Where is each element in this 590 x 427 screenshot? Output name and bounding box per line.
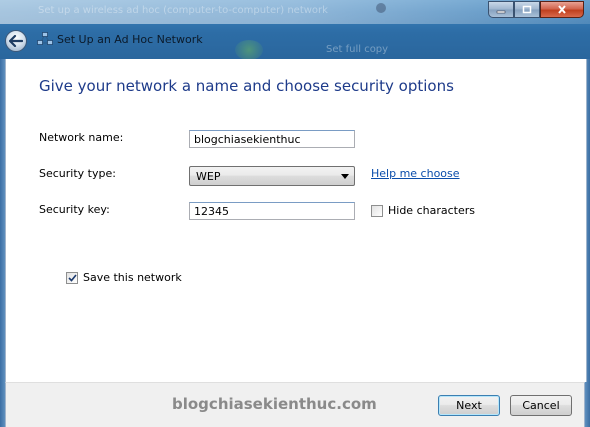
ad-hoc-network-icon: [37, 32, 53, 45]
checkmark-icon: [67, 273, 77, 282]
background-window-text-2: Set full copy: [326, 44, 389, 55]
maximize-icon: [522, 5, 532, 14]
minimize-icon: [496, 10, 506, 13]
help-me-choose-link[interactable]: Help me choose: [371, 167, 460, 180]
aero-title-bar: Set up a wireless ad hoc (computer-to-co…: [0, 0, 590, 59]
window-title: Set Up an Ad Hoc Network: [57, 33, 203, 46]
back-arrow-icon: [9, 35, 23, 47]
save-network-label: Save this network: [83, 271, 182, 284]
network-name-input[interactable]: [189, 130, 355, 148]
hide-characters-option[interactable]: Hide characters: [371, 204, 475, 217]
security-type-label: Security type:: [39, 167, 116, 180]
background-globe-icon: [235, 40, 263, 59]
security-key-label: Security key:: [39, 203, 110, 216]
watermark-text: blogchiasekienthuc.com: [172, 395, 377, 413]
close-button[interactable]: [540, 1, 584, 18]
wizard-footer: blogchiasekienthuc.com Next Cancel: [5, 382, 585, 427]
dropdown-arrow-icon: [341, 174, 349, 179]
background-window-text: Set up a wireless ad hoc (computer-to-co…: [38, 5, 328, 16]
hide-characters-checkbox[interactable]: [371, 204, 383, 217]
security-type-dropdown[interactable]: WEP: [189, 166, 355, 186]
cancel-button[interactable]: Cancel: [510, 395, 572, 416]
security-type-value: WEP: [196, 170, 221, 183]
save-network-checkbox[interactable]: [66, 271, 78, 284]
hide-characters-label: Hide characters: [388, 204, 475, 217]
maximize-button[interactable]: [514, 1, 540, 18]
background-dot-icon: [376, 3, 386, 13]
wizard-content: Give your network a name and choose secu…: [5, 59, 587, 382]
save-network-option[interactable]: Save this network: [66, 271, 182, 284]
next-button[interactable]: Next: [438, 395, 500, 416]
back-button[interactable]: [5, 30, 27, 52]
close-icon: [558, 5, 566, 14]
security-key-input[interactable]: [189, 202, 355, 220]
minimize-button[interactable]: [488, 1, 514, 18]
caption-buttons: [488, 1, 584, 18]
page-heading: Give your network a name and choose secu…: [39, 77, 454, 95]
network-name-label: Network name:: [39, 131, 124, 144]
